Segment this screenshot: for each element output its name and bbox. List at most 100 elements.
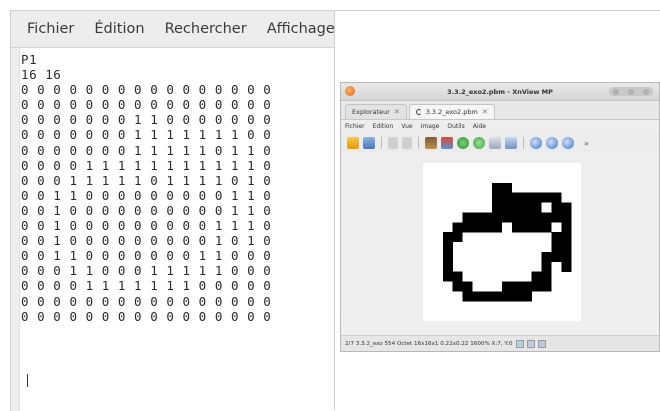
menu-edition[interactable]: Édition [94,21,144,37]
zoom-small-icon[interactable] [515,339,524,348]
image-pixel [482,291,493,302]
tab-close-icon[interactable]: ✕ [394,108,400,116]
image-pixel [472,222,483,233]
menu-outils[interactable]: Outils [447,123,464,130]
image-pixel [511,202,522,213]
zoom-out-icon[interactable] [562,137,574,149]
zoom-in-icon[interactable] [530,137,542,149]
image-pixel [452,232,463,243]
image-pixel [492,182,503,193]
text-line[interactable]: 0 0 0 0 0 0 0 1 1 0 0 0 0 0 0 0 [21,112,271,127]
image-pixel [551,251,562,262]
image-pixel [551,202,562,213]
settings-dropdown-icon[interactable] [489,137,501,149]
image-pixel [541,271,552,282]
toolbar-separator [381,137,382,149]
tab-explorateur[interactable]: Explorateur ✕ [345,104,407,119]
browse-icon[interactable] [363,137,375,149]
folder-icon[interactable] [347,137,359,149]
menu-edition[interactable]: Edition [373,123,394,130]
text-caret [27,374,28,387]
image-pixel [502,182,513,193]
menu-rechercher[interactable]: Rechercher [165,21,247,37]
image-pixel [492,291,503,302]
image-pixel [511,192,522,203]
menu-fichier[interactable]: Fichier [27,21,74,37]
text-line[interactable]: 0 0 0 0 0 0 0 0 0 0 0 0 0 0 0 0 [21,294,271,309]
close-icon[interactable] [642,88,649,95]
text-line[interactable]: 0 0 0 0 0 0 0 0 0 0 0 0 0 0 0 0 [21,82,271,97]
image-pixel [561,202,572,213]
minimize-icon[interactable] [613,88,620,95]
horizontal-divider [335,10,660,11]
undo-icon[interactable] [388,137,398,149]
image-pixel [442,271,453,282]
pbm-image-preview[interactable] [423,163,581,321]
image-pixel [442,261,453,272]
image-pixel [561,212,572,223]
menu-aide[interactable]: Aide [473,123,486,130]
menu-affichage[interactable]: Affichage [267,21,335,37]
image-pixel [541,251,552,262]
image-adjust-icon[interactable] [505,137,517,149]
tab-label: 3.3.2_exo2.pbm [425,108,478,116]
text-line[interactable]: 0 0 0 0 0 0 0 0 0 0 0 0 0 0 0 0 [21,309,271,324]
zoom-fit-icon[interactable] [546,137,558,149]
info-icon[interactable] [526,339,535,348]
tab-image-file[interactable]: 3.3.2_exo2.pbm ✕ [408,104,495,119]
text-line[interactable]: 0 0 0 0 0 0 0 1 1 1 1 1 1 1 0 0 [21,127,271,142]
vertical-divider [334,10,335,410]
tab-close-icon[interactable]: ✕ [482,108,488,116]
image-pixel [482,212,493,223]
menu-vue[interactable]: Vue [401,123,412,130]
image-pixel [531,192,542,203]
image-pixel [521,222,532,233]
text-line[interactable]: 0 0 1 1 0 0 0 0 0 0 0 1 1 0 0 0 [21,248,271,263]
text-editor-window: Fichier Édition Rechercher Affichage P1 … [10,10,335,411]
menu-image[interactable]: Image [421,123,440,130]
text-line[interactable]: 0 0 1 0 0 0 0 0 0 0 0 0 1 0 1 0 [21,233,271,248]
text-line[interactable]: 16 16 [21,67,271,82]
text-line[interactable]: 0 0 0 1 1 1 1 1 0 1 1 1 1 0 1 0 [21,173,271,188]
image-pixel [541,281,552,292]
redo-icon[interactable] [402,137,412,149]
image-pixel [561,232,572,243]
viewer-titlebar[interactable]: 3.3.2_exo2.pbm - XnView MP [341,83,659,101]
viewer-menubar: Fichier Edition Vue Image Outils Aide [341,120,659,133]
image-pixel [561,251,572,262]
text-line[interactable]: 0 0 0 0 0 0 0 1 1 1 1 1 0 1 1 0 [21,143,271,158]
text-line[interactable]: 0 0 0 0 1 1 1 1 1 1 1 0 0 0 0 0 [21,278,271,293]
menu-fichier[interactable]: Fichier [345,123,365,130]
text-line[interactable]: 0 0 1 0 0 0 0 0 0 0 0 0 1 1 1 0 [21,218,271,233]
film-icon[interactable] [425,137,437,149]
image-pixel [492,202,503,213]
image-pixel [511,291,522,302]
image-pixel [551,192,562,203]
text-line[interactable]: 0 0 0 0 0 0 0 0 0 0 0 0 0 0 0 0 [21,97,271,112]
image-pixel [462,222,473,233]
image-canvas-area[interactable] [341,152,659,321]
image-pixel [521,192,532,203]
globe-icon[interactable] [457,137,469,149]
text-line[interactable]: 0 0 0 0 1 1 1 1 1 1 1 1 1 1 1 0 [21,158,271,173]
toolbar-separator [418,137,419,149]
text-line[interactable]: 0 0 1 0 0 0 0 0 0 0 0 0 0 1 1 0 [21,203,271,218]
maximize-icon[interactable] [627,88,634,95]
image-pixel [502,281,513,292]
image-pixel [472,291,483,302]
zoom-large-icon[interactable] [537,339,546,348]
image-pixel [511,281,522,292]
more-icon[interactable]: » [584,139,589,148]
image-pixel [561,242,572,253]
image-pixel [551,232,562,243]
toolbar-separator [523,137,524,149]
text-line[interactable]: P1 [21,52,271,67]
text-line[interactable]: 0 0 1 1 0 0 0 0 0 0 0 0 0 1 1 0 [21,188,271,203]
refresh-icon[interactable] [473,137,485,149]
photo-icon[interactable] [441,137,453,149]
image-pixel [531,202,542,213]
image-pixel [492,212,503,223]
editor-text-area[interactable]: P1 16 16 0 0 0 0 0 0 0 0 0 0 0 0 0 0 0 0… [21,52,271,324]
image-pixel [462,291,473,302]
text-line[interactable]: 0 0 0 1 1 0 0 0 1 1 1 1 1 0 0 0 [21,263,271,278]
